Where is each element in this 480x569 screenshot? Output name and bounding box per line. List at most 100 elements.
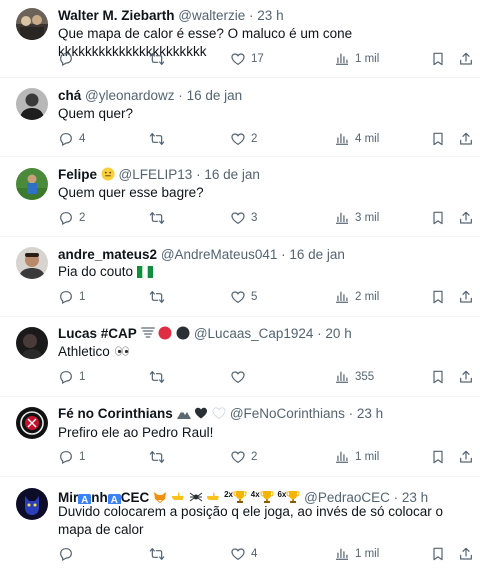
views-button[interactable]: 4 mil <box>334 130 379 148</box>
bookmark-button[interactable] <box>430 50 446 68</box>
retweet-icon <box>149 51 165 67</box>
user-handle[interactable]: @LFELIP13 <box>119 167 193 182</box>
like-button[interactable]: 2 <box>230 130 257 148</box>
post-felipe[interactable]: Felipe @LFELIP13 · 16 de jan Quem quer e… <box>0 157 480 237</box>
like-button[interactable]: 2 <box>230 448 257 466</box>
retweet-icon <box>149 369 165 385</box>
eyes-emoji-icon <box>114 346 129 356</box>
share-button[interactable] <box>458 368 474 386</box>
avatar[interactable] <box>16 327 48 359</box>
pointing-hand-icon <box>207 492 220 500</box>
spider-emoji-icon <box>189 492 202 502</box>
post-header: chá @yleonardowz · 16 de jan <box>58 87 450 105</box>
share-button[interactable] <box>458 545 474 563</box>
avatar[interactable] <box>16 407 48 439</box>
share-button[interactable] <box>458 130 474 148</box>
display-name[interactable]: Felipe <box>58 167 97 182</box>
bookmark-button[interactable] <box>430 130 446 148</box>
fox-emoji-icon <box>154 492 167 503</box>
avatar[interactable] <box>16 168 48 200</box>
retweet-button[interactable] <box>149 545 165 563</box>
views-button[interactable]: 3 mil <box>334 209 379 227</box>
user-handle[interactable]: @PedraoCEC <box>304 490 390 504</box>
reply-button[interactable]: 1 <box>58 288 85 306</box>
share-button[interactable] <box>458 448 474 466</box>
post-cha[interactable]: chá @yleonardowz · 16 de jan Quem quer? … <box>0 78 480 157</box>
timestamp[interactable]: 23 h <box>357 406 383 421</box>
timestamp[interactable]: 16 de jan <box>204 167 260 182</box>
reply-count: 1 <box>79 371 86 383</box>
retweet-button[interactable] <box>149 50 165 68</box>
display-name[interactable]: Mir Anh A CEC <box>58 490 149 504</box>
bookmark-button[interactable] <box>430 209 446 227</box>
timestamp[interactable]: 20 h <box>325 326 351 341</box>
views-button[interactable]: 1 mil <box>334 50 379 68</box>
bookmark-button[interactable] <box>430 545 446 563</box>
views-button[interactable]: 355 <box>334 368 374 386</box>
reply-button[interactable] <box>58 50 79 68</box>
timestamp[interactable]: 23 h <box>257 8 283 23</box>
display-name[interactable]: Walter M. Ziebarth <box>58 8 175 23</box>
bookmark-icon <box>430 369 446 385</box>
post-pedrao[interactable]: Mir Anh A CEC 2x 4x 6x @PedraoCEC · 23 h Du… <box>0 477 480 569</box>
retweet-button[interactable] <box>149 209 165 227</box>
timestamp[interactable]: 23 h <box>402 490 428 504</box>
user-handle[interactable]: @yleonardowz <box>85 88 175 103</box>
retweet-button[interactable] <box>149 368 165 386</box>
avatar[interactable] <box>16 88 48 120</box>
user-handle[interactable]: @walterzie <box>178 8 245 23</box>
bookmark-button[interactable] <box>430 448 446 466</box>
views-button[interactable]: 2 mil <box>334 288 379 306</box>
user-handle[interactable]: @FeNoCorinthians <box>230 406 345 421</box>
like-button[interactable] <box>230 368 251 386</box>
display-name[interactable]: Lucas #CAP <box>58 326 137 341</box>
timestamp[interactable]: 16 de jan <box>187 88 243 103</box>
reply-button[interactable]: 1 <box>58 368 85 386</box>
share-icon <box>458 210 474 226</box>
avatar[interactable] <box>16 247 48 279</box>
user-handle[interactable]: @AndreMateus041 <box>161 247 278 262</box>
post-lucas[interactable]: Lucas #CAP @Lucaas_Cap1924 · 20 h Athlet… <box>0 317 480 397</box>
reply-icon <box>58 449 74 465</box>
avatar[interactable] <box>16 8 48 40</box>
like-button[interactable]: 3 <box>230 209 257 227</box>
bookmark-button[interactable] <box>430 368 446 386</box>
like-button[interactable]: 5 <box>230 288 257 306</box>
separator: · <box>196 167 201 182</box>
retweet-button[interactable] <box>149 130 165 148</box>
reply-button[interactable]: 4 <box>58 130 85 148</box>
display-name[interactable]: andre_mateus2 <box>58 247 157 262</box>
avatar[interactable] <box>16 488 48 520</box>
views-chart-icon <box>334 131 350 147</box>
title-count-badge: 6x <box>277 490 287 499</box>
display-name[interactable]: Fé no Corinthians <box>58 406 173 421</box>
retweet-icon <box>149 210 165 226</box>
bookmark-button[interactable] <box>430 288 446 306</box>
views-button[interactable]: 1 mil <box>334 448 379 466</box>
like-button[interactable]: 4 <box>230 545 257 563</box>
share-button[interactable] <box>458 209 474 227</box>
share-button[interactable] <box>458 50 474 68</box>
share-icon <box>458 51 474 67</box>
views-button[interactable]: 1 mil <box>334 545 379 563</box>
reply-button[interactable]: 1 <box>58 448 85 466</box>
separator: · <box>317 326 322 341</box>
display-name[interactable]: chá <box>58 88 81 103</box>
user-handle[interactable]: @Lucaas_Cap1924 <box>194 326 314 341</box>
mountain-emoji-icon <box>176 410 191 419</box>
reply-button[interactable] <box>58 545 79 563</box>
timestamp[interactable]: 16 de jan <box>289 247 345 262</box>
post-fe-no-corinthians[interactable]: Fé no Corinthians @FeNoCorinthians · 23 … <box>0 397 480 477</box>
share-button[interactable] <box>458 288 474 306</box>
retweet-button[interactable] <box>149 288 165 306</box>
post-walter[interactable]: Walter M. Ziebarth @walterzie · 23 h Que… <box>0 0 480 78</box>
post-text: Athletico <box>58 344 110 359</box>
trophy-icon <box>286 491 300 503</box>
post-andre[interactable]: andre_mateus2 @AndreMateus041 · 16 de ja… <box>0 237 480 317</box>
like-button[interactable]: 17 <box>230 50 264 68</box>
retweet-button[interactable] <box>149 448 165 466</box>
bookmark-icon <box>430 51 446 67</box>
reply-button[interactable]: 2 <box>58 209 85 227</box>
like-count: 17 <box>251 53 264 65</box>
more-options-icon[interactable] <box>448 5 466 23</box>
